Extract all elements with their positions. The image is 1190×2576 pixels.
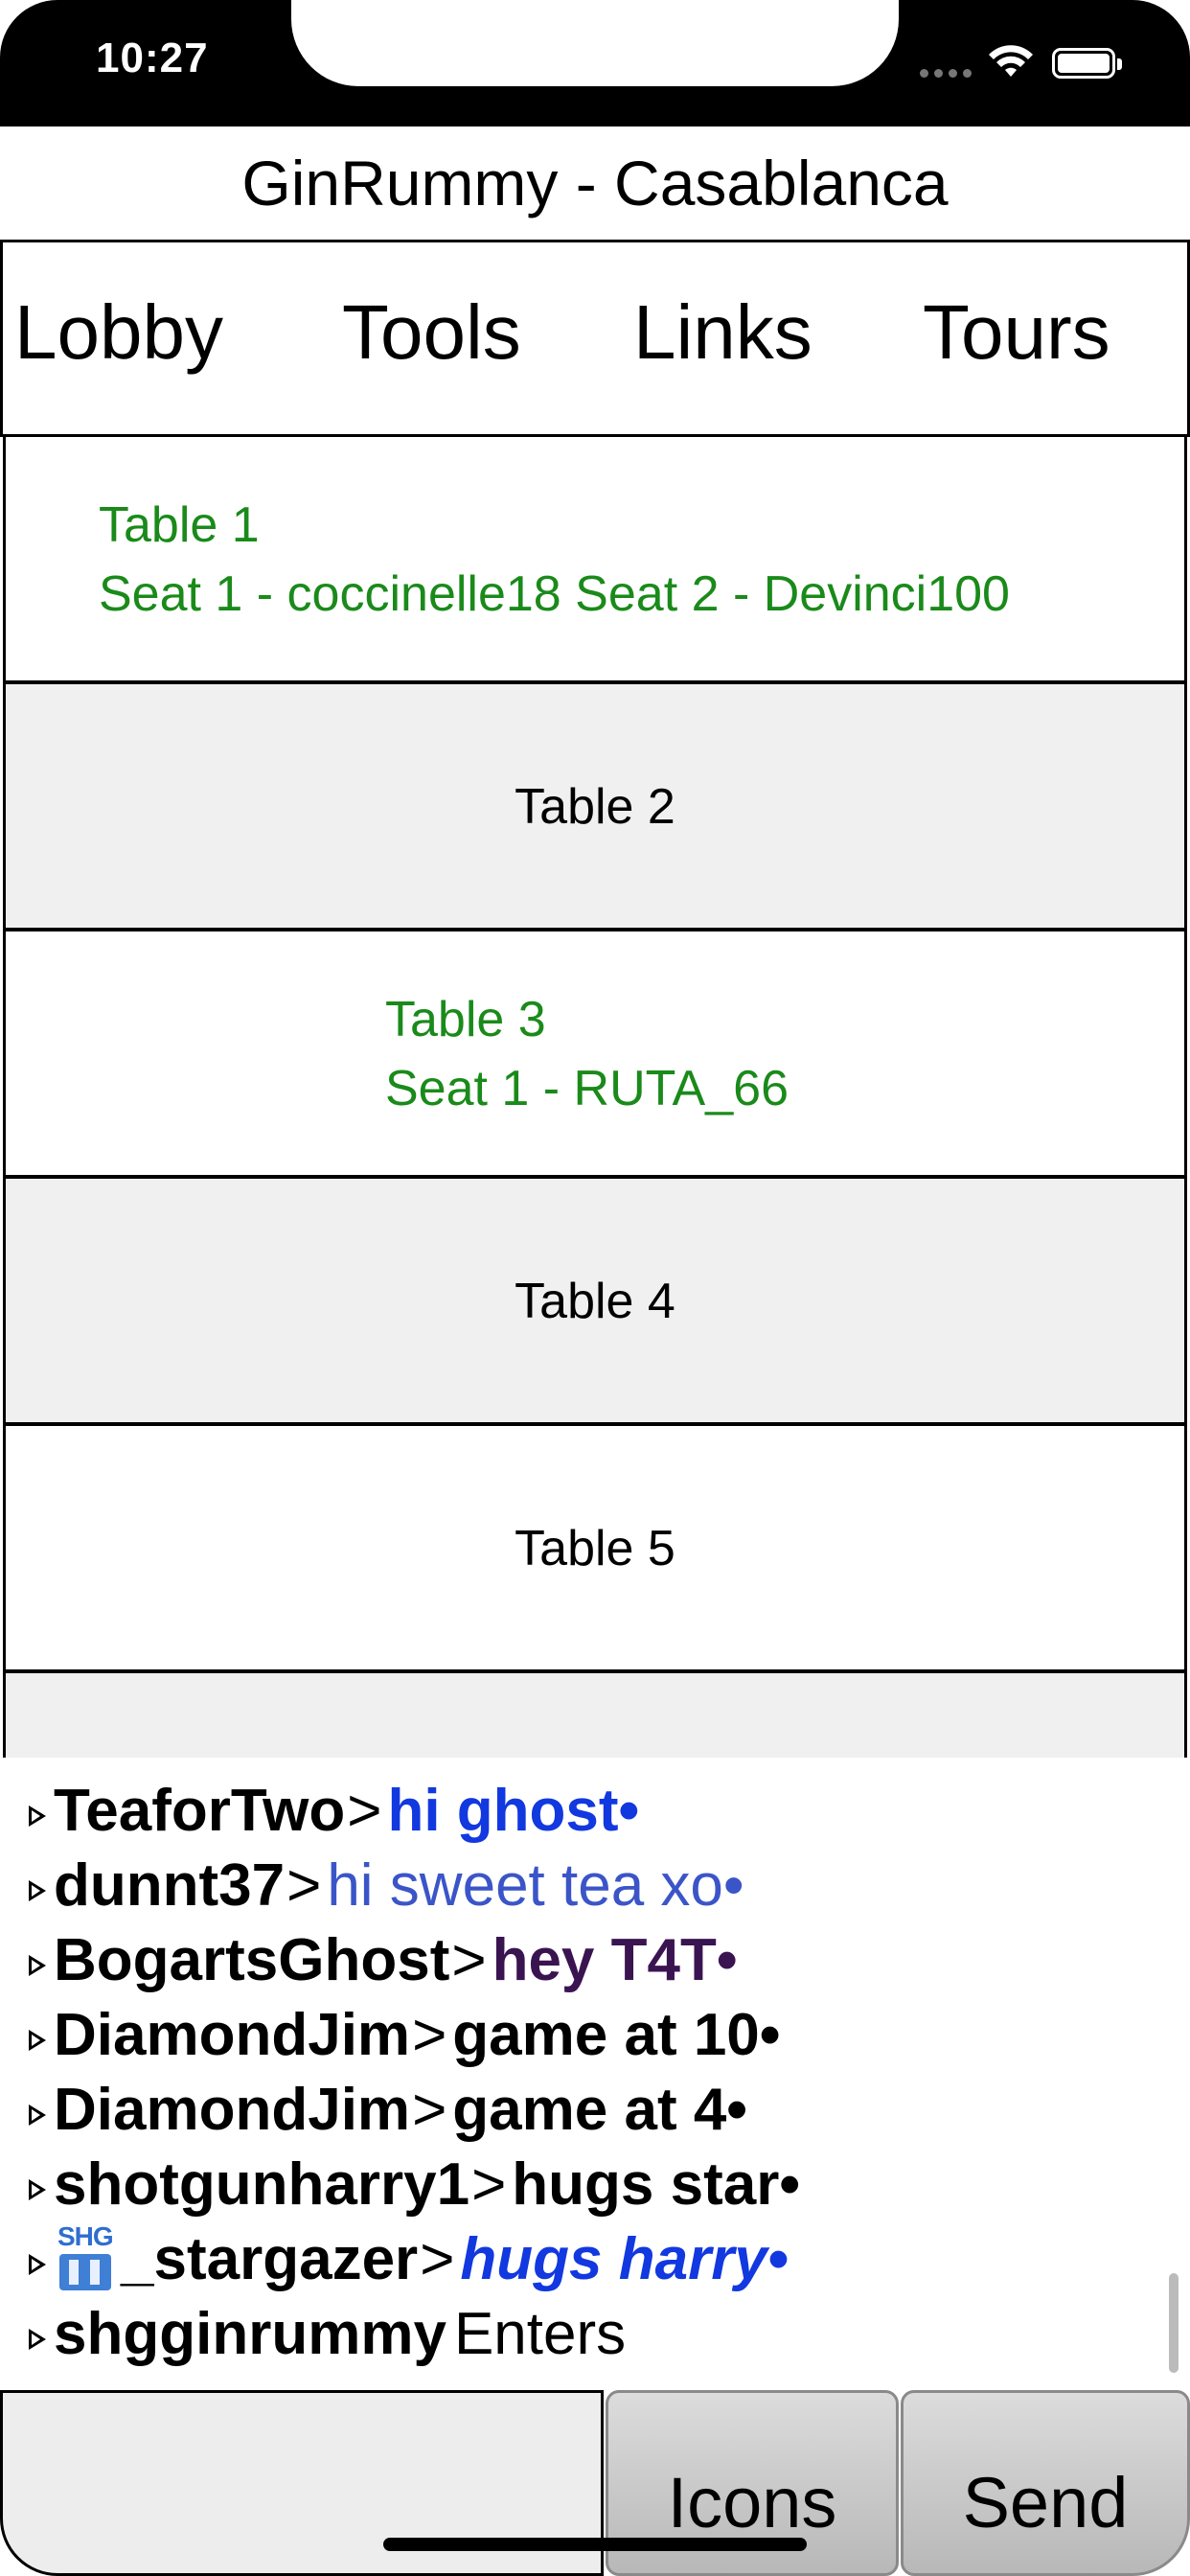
chat-text: hi sweet tea xo• (327, 1852, 744, 1919)
chat-text: game at 4• (452, 2076, 748, 2143)
tab-lobby[interactable]: Lobby (14, 288, 223, 377)
table-name: Table 5 (515, 1521, 675, 1576)
shg-badge-icon: SHG (54, 2221, 117, 2294)
chat-scrollbar[interactable] (1169, 2273, 1179, 2373)
table-row-4[interactable]: Table 4 (6, 1179, 1184, 1426)
chat-message: DiamondJim > game at 10• (29, 1999, 781, 2070)
shg-badge-text: SHG (57, 2221, 114, 2251)
chat-arrow-icon (29, 1955, 46, 1976)
status-bar: 10:27 (0, 0, 1190, 126)
room-title: GinRummy - Casablanca (241, 148, 949, 218)
chat-username[interactable]: dunnt37 (54, 1852, 285, 1920)
chat-username[interactable]: DiamondJim (54, 2001, 410, 2069)
table-row-3[interactable]: Table 3 Seat 1 - RUTA_66 (6, 932, 1184, 1179)
chat-arrow-icon (29, 2179, 46, 2200)
notch (291, 0, 899, 86)
nav-bar: Lobby Tools Links Tours (0, 240, 1190, 437)
table-name: Table 1 (99, 497, 260, 553)
chat-message: SHG _stargazer > hugs harry• (29, 2221, 789, 2294)
chat-message: DiamondJim > game at 4• (29, 2074, 747, 2145)
chat-message: BogartsGhost > hey T4T• (29, 1924, 738, 1995)
chat-arrow-icon (29, 1806, 46, 1827)
chat-message: shotgunharry1 > hugs star• (29, 2149, 800, 2220)
send-button[interactable]: Send (901, 2390, 1190, 2576)
table-name: Table 2 (515, 779, 675, 835)
tab-tours[interactable]: Tours (923, 288, 1110, 377)
chat-username[interactable]: _stargazer (121, 2225, 418, 2293)
chat-separator: > (471, 2150, 507, 2218)
chat-username[interactable]: shotgunharry1 (54, 2150, 469, 2219)
chat-arrow-icon (29, 2030, 46, 2051)
chat-text: hey T4T• (492, 1926, 738, 1993)
chat-username[interactable]: BogartsGhost (54, 1926, 449, 1994)
cellular-signal-icon (920, 69, 973, 80)
table-seats: Seat 1 - coccinelle18 Seat 2 - Devinci10… (99, 566, 1010, 622)
battery-icon (1052, 48, 1122, 79)
chat-log[interactable]: TeaforTwo > hi ghost• dunnt37 > hi sweet… (0, 1758, 1190, 2390)
table-row-1[interactable]: Table 1 Seat 1 - coccinelle18 Seat 2 - D… (6, 437, 1184, 684)
chat-separator: > (286, 1852, 322, 1919)
wifi-icon (989, 45, 1033, 77)
chat-separator: > (412, 2076, 447, 2143)
status-time: 10:27 (96, 34, 209, 81)
chat-arrow-icon (29, 2329, 46, 2350)
chat-separator: > (347, 1777, 382, 1844)
chat-text: game at 10• (452, 2001, 781, 2068)
chat-text: hugs harry• (460, 2225, 789, 2292)
table-name: Table 3 (385, 992, 546, 1047)
chat-text: Enters (453, 2300, 627, 2367)
table-row-2[interactable]: Table 2 (6, 684, 1184, 932)
chat-message: shgginrummy Enters (29, 2298, 626, 2369)
table-row-6[interactable] (6, 1673, 1184, 1758)
chat-message: dunnt37 > hi sweet tea xo• (29, 1850, 744, 1920)
chat-username[interactable]: shgginrummy (54, 2300, 446, 2368)
chat-arrow-icon (29, 1880, 46, 1901)
chat-text: hugs star• (512, 2150, 801, 2218)
chat-username[interactable]: DiamondJim (54, 2076, 410, 2144)
chat-text: hi ghost• (387, 1777, 640, 1844)
tab-tools[interactable]: Tools (342, 288, 521, 377)
table-row-5[interactable]: Table 5 (6, 1426, 1184, 1673)
chat-arrow-icon (29, 2254, 46, 2275)
chat-separator: > (412, 2001, 447, 2068)
home-indicator (383, 2538, 807, 2551)
chat-separator: > (451, 1926, 487, 1993)
tab-links[interactable]: Links (633, 288, 812, 377)
table-list[interactable]: Table 1 Seat 1 - coccinelle18 Seat 2 - D… (3, 437, 1187, 1758)
chat-arrow-icon (29, 2104, 46, 2126)
chat-separator: > (420, 2225, 455, 2292)
chat-username[interactable]: TeaforTwo (54, 1777, 345, 1845)
chat-message: TeaforTwo > hi ghost• (29, 1775, 639, 1846)
table-name: Table 4 (515, 1274, 675, 1329)
table-seats: Seat 1 - RUTA_66 (385, 1061, 790, 1116)
